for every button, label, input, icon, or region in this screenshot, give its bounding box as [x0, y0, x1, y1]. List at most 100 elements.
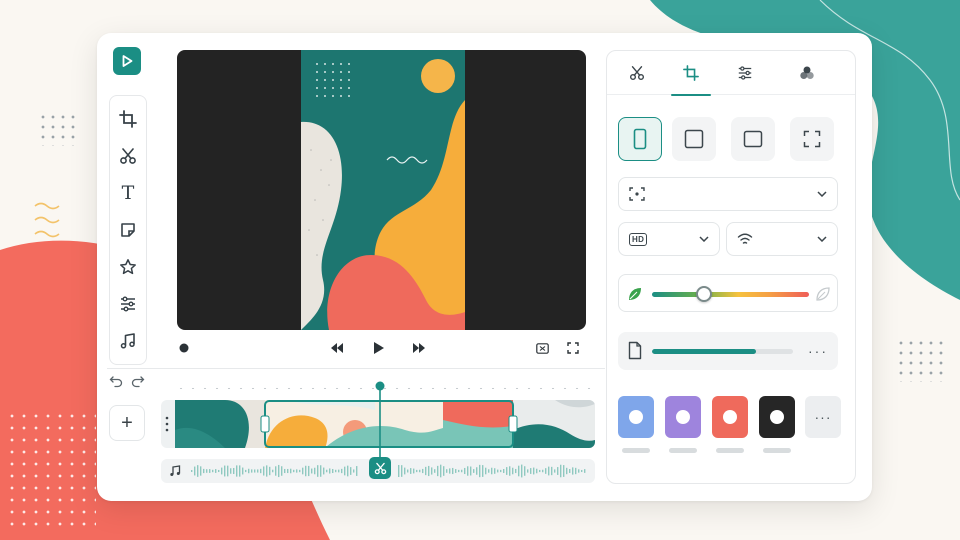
wave-bar [413, 468, 415, 474]
adjust-tool-button[interactable] [113, 289, 143, 319]
ratio-portrait-button[interactable] [618, 117, 662, 161]
wave-bar [524, 466, 526, 476]
wave-bar [470, 466, 472, 476]
wave-bar [497, 469, 499, 473]
play-button[interactable] [369, 339, 389, 357]
ratio-landscape-button[interactable] [731, 117, 775, 161]
ratio-square-button[interactable] [672, 117, 716, 161]
wave-bar [506, 467, 508, 475]
drag-handle-icon [165, 416, 169, 432]
wave-bar [479, 464, 481, 478]
app-logo[interactable] [113, 47, 141, 75]
text-tool-button[interactable]: T [113, 178, 143, 208]
more-colors-button[interactable]: ··· [805, 396, 841, 438]
redo-icon [131, 376, 145, 388]
effects-icon [800, 66, 814, 79]
wave-bar [452, 467, 454, 475]
track-drag-handle[interactable] [165, 415, 169, 433]
rewind-icon [331, 343, 343, 353]
tab-effects[interactable] [783, 51, 831, 95]
wave-bar [542, 469, 544, 473]
wave-bar [557, 467, 559, 475]
preview-artwork [301, 50, 465, 330]
tool-rail: T [109, 95, 147, 365]
wave-bar [533, 467, 535, 475]
wave-bar [281, 466, 283, 476]
tab-crop[interactable] [667, 51, 715, 96]
wave-bar [419, 469, 421, 473]
record-icon [179, 343, 189, 353]
wave-bar [287, 468, 289, 474]
wave-bar [332, 468, 334, 474]
wave-bar [560, 464, 562, 478]
tab-trim[interactable] [613, 51, 661, 95]
scissors-icon [629, 66, 645, 81]
scissors-tool-button[interactable] [113, 141, 143, 171]
play-icon [122, 55, 133, 67]
landscape-ratio-icon [743, 130, 763, 148]
wave-bar [341, 468, 343, 474]
wave-bar [269, 466, 271, 476]
wave-bar [356, 466, 358, 476]
wave-bar [191, 470, 193, 472]
color-swatch[interactable] [618, 396, 654, 438]
more-options-button[interactable]: ··· [808, 343, 828, 359]
music-note-icon [170, 465, 181, 476]
wave-bar [458, 469, 460, 473]
wave-bar [317, 465, 319, 477]
leaf-icon [629, 288, 641, 300]
record-button[interactable] [177, 339, 191, 357]
focus-mode-dropdown[interactable] [618, 177, 838, 211]
wave-bar [326, 469, 328, 473]
settings-panel: HD ··· ··· [606, 50, 856, 484]
color-swatch[interactable] [712, 396, 748, 438]
undo-button[interactable] [109, 374, 123, 388]
sticker-icon [121, 223, 135, 237]
caption-toggle-button[interactable] [533, 339, 551, 357]
wave-bar [440, 464, 442, 478]
fast-forward-button[interactable] [409, 339, 429, 357]
wave-bar [200, 466, 202, 476]
video-preview[interactable] [177, 50, 586, 330]
wave-bar [398, 464, 400, 478]
split-clip-button[interactable] [369, 457, 391, 479]
wave-bar [212, 469, 214, 473]
undo-icon [109, 376, 123, 388]
redo-button[interactable] [131, 374, 145, 388]
color-swatch[interactable] [759, 396, 795, 438]
progress-bar [652, 349, 793, 354]
dot-pattern [896, 338, 944, 382]
ratio-freeform-button[interactable] [790, 117, 834, 161]
rewind-button[interactable] [327, 339, 347, 357]
wave-bar [272, 469, 274, 473]
wave-bar [344, 466, 346, 476]
wave-bar [299, 469, 301, 473]
music-tool-button[interactable] [113, 326, 143, 356]
crop-tool-button[interactable] [113, 104, 143, 134]
wave-bar [245, 469, 247, 473]
color-swatch[interactable] [665, 396, 701, 438]
slider-track[interactable] [652, 292, 809, 297]
wave-bar [407, 469, 409, 473]
wave-bar [464, 467, 466, 475]
stream-dropdown[interactable] [726, 222, 838, 256]
wifi-icon [737, 233, 753, 244]
wave-bar [329, 468, 331, 474]
wave-bar [239, 465, 241, 477]
wave-bar [203, 468, 205, 474]
wave-bar [569, 469, 571, 473]
square-ratio-icon [684, 129, 704, 149]
tab-adjust[interactable] [721, 51, 769, 95]
swatch-label [622, 448, 650, 453]
wave-bar [338, 469, 340, 473]
wave-bar [431, 467, 433, 475]
quality-dropdown[interactable]: HD [618, 222, 720, 256]
add-clip-button[interactable]: + [109, 405, 145, 441]
wave-bar [353, 469, 355, 473]
slider-thumb[interactable] [695, 286, 712, 302]
sticker-tool-button[interactable] [113, 215, 143, 245]
wave-bar [257, 469, 259, 473]
fullscreen-button[interactable] [564, 339, 582, 357]
scissors-icon [374, 462, 386, 474]
star-tool-button[interactable] [113, 252, 143, 282]
